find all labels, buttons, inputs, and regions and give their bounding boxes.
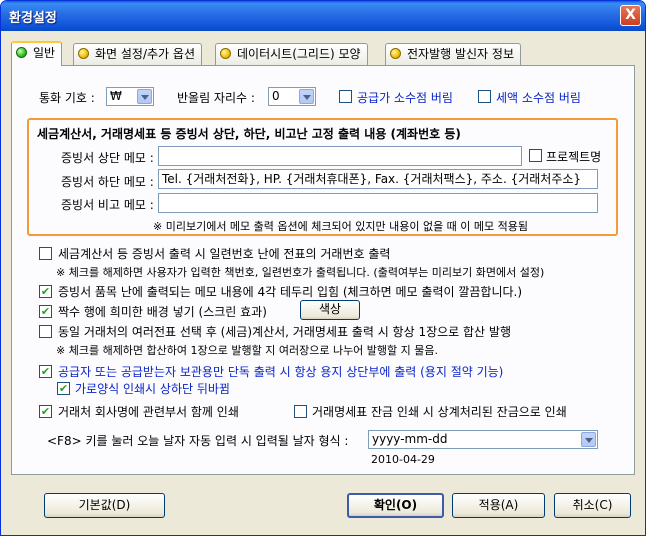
discard-supply-decimal-checkbox[interactable] — [339, 90, 352, 103]
even-row-bg-label: 짝수 행에 희미한 배경 넣기 (스크린 효과) — [58, 305, 267, 319]
rounding-label: 반올림 자리수 : — [177, 91, 255, 105]
landscape-flip-label: 가로양식 인쇄시 상하단 뒤바뀜 — [75, 382, 230, 396]
memo-group-title: 세금계산서, 거래명세표 등 증빙서 상단, 하단, 비고난 고정 출력 내용 … — [37, 127, 461, 141]
rounding-select[interactable]: 0 — [268, 87, 316, 106]
chevron-down-icon — [137, 89, 152, 104]
print-department-checkbox[interactable]: ✔ — [39, 405, 52, 418]
print-slip-number-checkbox[interactable] — [39, 247, 52, 260]
color-button[interactable]: 색상 — [300, 300, 360, 320]
merge-multi-checkbox[interactable] — [39, 325, 52, 338]
print-slip-number-label: 세금계산서 등 증빙서 출력 시 일련번호 난에 전표의 거래번호 출력 — [58, 247, 391, 261]
currency-label: 통화 기호 : — [39, 91, 95, 105]
discard-tax-decimal-label: 세액 소수점 버림 — [496, 91, 581, 105]
merge-multi-label: 동일 거래처의 여러전표 선택 후 (세금)계산서, 거래명세표 출력 시 항상… — [58, 325, 511, 339]
date-format-label: <F8> 키를 눌러 오늘 날자 자동 입력 시 입력될 날자 형식 : — [47, 434, 349, 448]
chevron-down-icon — [299, 89, 314, 104]
landscape-flip-checkbox[interactable]: ✔ — [57, 382, 70, 395]
settings-window: 환경설정 X 일반 화면 설정/추가 옵션 데이터시트(그리드) 모양 전자발행… — [0, 0, 646, 536]
project-name-checkbox[interactable] — [529, 149, 542, 162]
supplier-copy-only-label: 공급자 또는 공급받는자 보관용만 단독 출력 시 항상 용지 상단부에 출력 … — [58, 365, 504, 379]
print-department-label: 거래처 회사명에 관련부서 함께 인쇄 — [58, 405, 239, 419]
apply-button[interactable]: 적용(A) — [452, 493, 545, 518]
chevron-down-icon — [581, 432, 596, 447]
note-memo-input[interactable] — [158, 193, 598, 213]
bottom-memo-label: 증빙서 하단 메모 : — [61, 175, 154, 189]
discard-supply-decimal-label: 공급가 소수점 버림 — [357, 91, 453, 105]
even-row-bg-checkbox[interactable]: ✔ — [39, 305, 52, 318]
memo-border-checkbox[interactable]: ✔ — [39, 285, 52, 298]
note-memo-label: 증빙서 비고 메모 : — [61, 198, 154, 212]
top-memo-label: 증빙서 상단 메모 : — [61, 151, 154, 165]
date-format-preview: 2010-04-29 — [371, 453, 435, 466]
print-offset-balance-label: 거래명세표 잔금 인쇄 시 상계처리된 잔금으로 인쇄 — [312, 405, 567, 419]
default-button[interactable]: 기본값(D) — [44, 493, 165, 518]
merge-multi-note: ※ 체크를 해제하면 합산하여 1장으로 발행할 지 여러장으로 나누어 발행할… — [56, 344, 439, 357]
bottom-memo-input[interactable]: Tel. {거래처전화}, HP. {거래처휴대폰}, Fax. {거래처팩스}… — [158, 169, 598, 189]
supplier-copy-only-checkbox[interactable]: ✔ — [39, 365, 52, 378]
project-name-label: 프로젝트명 — [546, 150, 602, 164]
date-format-select[interactable]: yyyy-mm-dd — [368, 430, 598, 449]
ok-button[interactable]: 확인(O) — [347, 493, 444, 518]
memo-border-label: 증빙서 품목 난에 출력되는 메모 내용에 4각 테두리 입힘 (체크하면 메모… — [58, 285, 523, 299]
cancel-button[interactable]: 취소(C) — [554, 493, 631, 518]
print-offset-balance-checkbox[interactable] — [294, 405, 307, 418]
discard-tax-decimal-checkbox[interactable] — [478, 90, 491, 103]
top-memo-input[interactable] — [158, 146, 522, 166]
memo-note-text: ※ 미리보기에서 메모 출력 옵션에 체크되어 있지만 내용이 없을 때 이 메… — [153, 220, 529, 233]
currency-select[interactable]: ₩ — [106, 87, 154, 106]
print-slip-number-note: ※ 체크를 해제하면 사용자가 입력한 책번호, 일련번호가 출력됩니다. (출… — [56, 266, 545, 279]
